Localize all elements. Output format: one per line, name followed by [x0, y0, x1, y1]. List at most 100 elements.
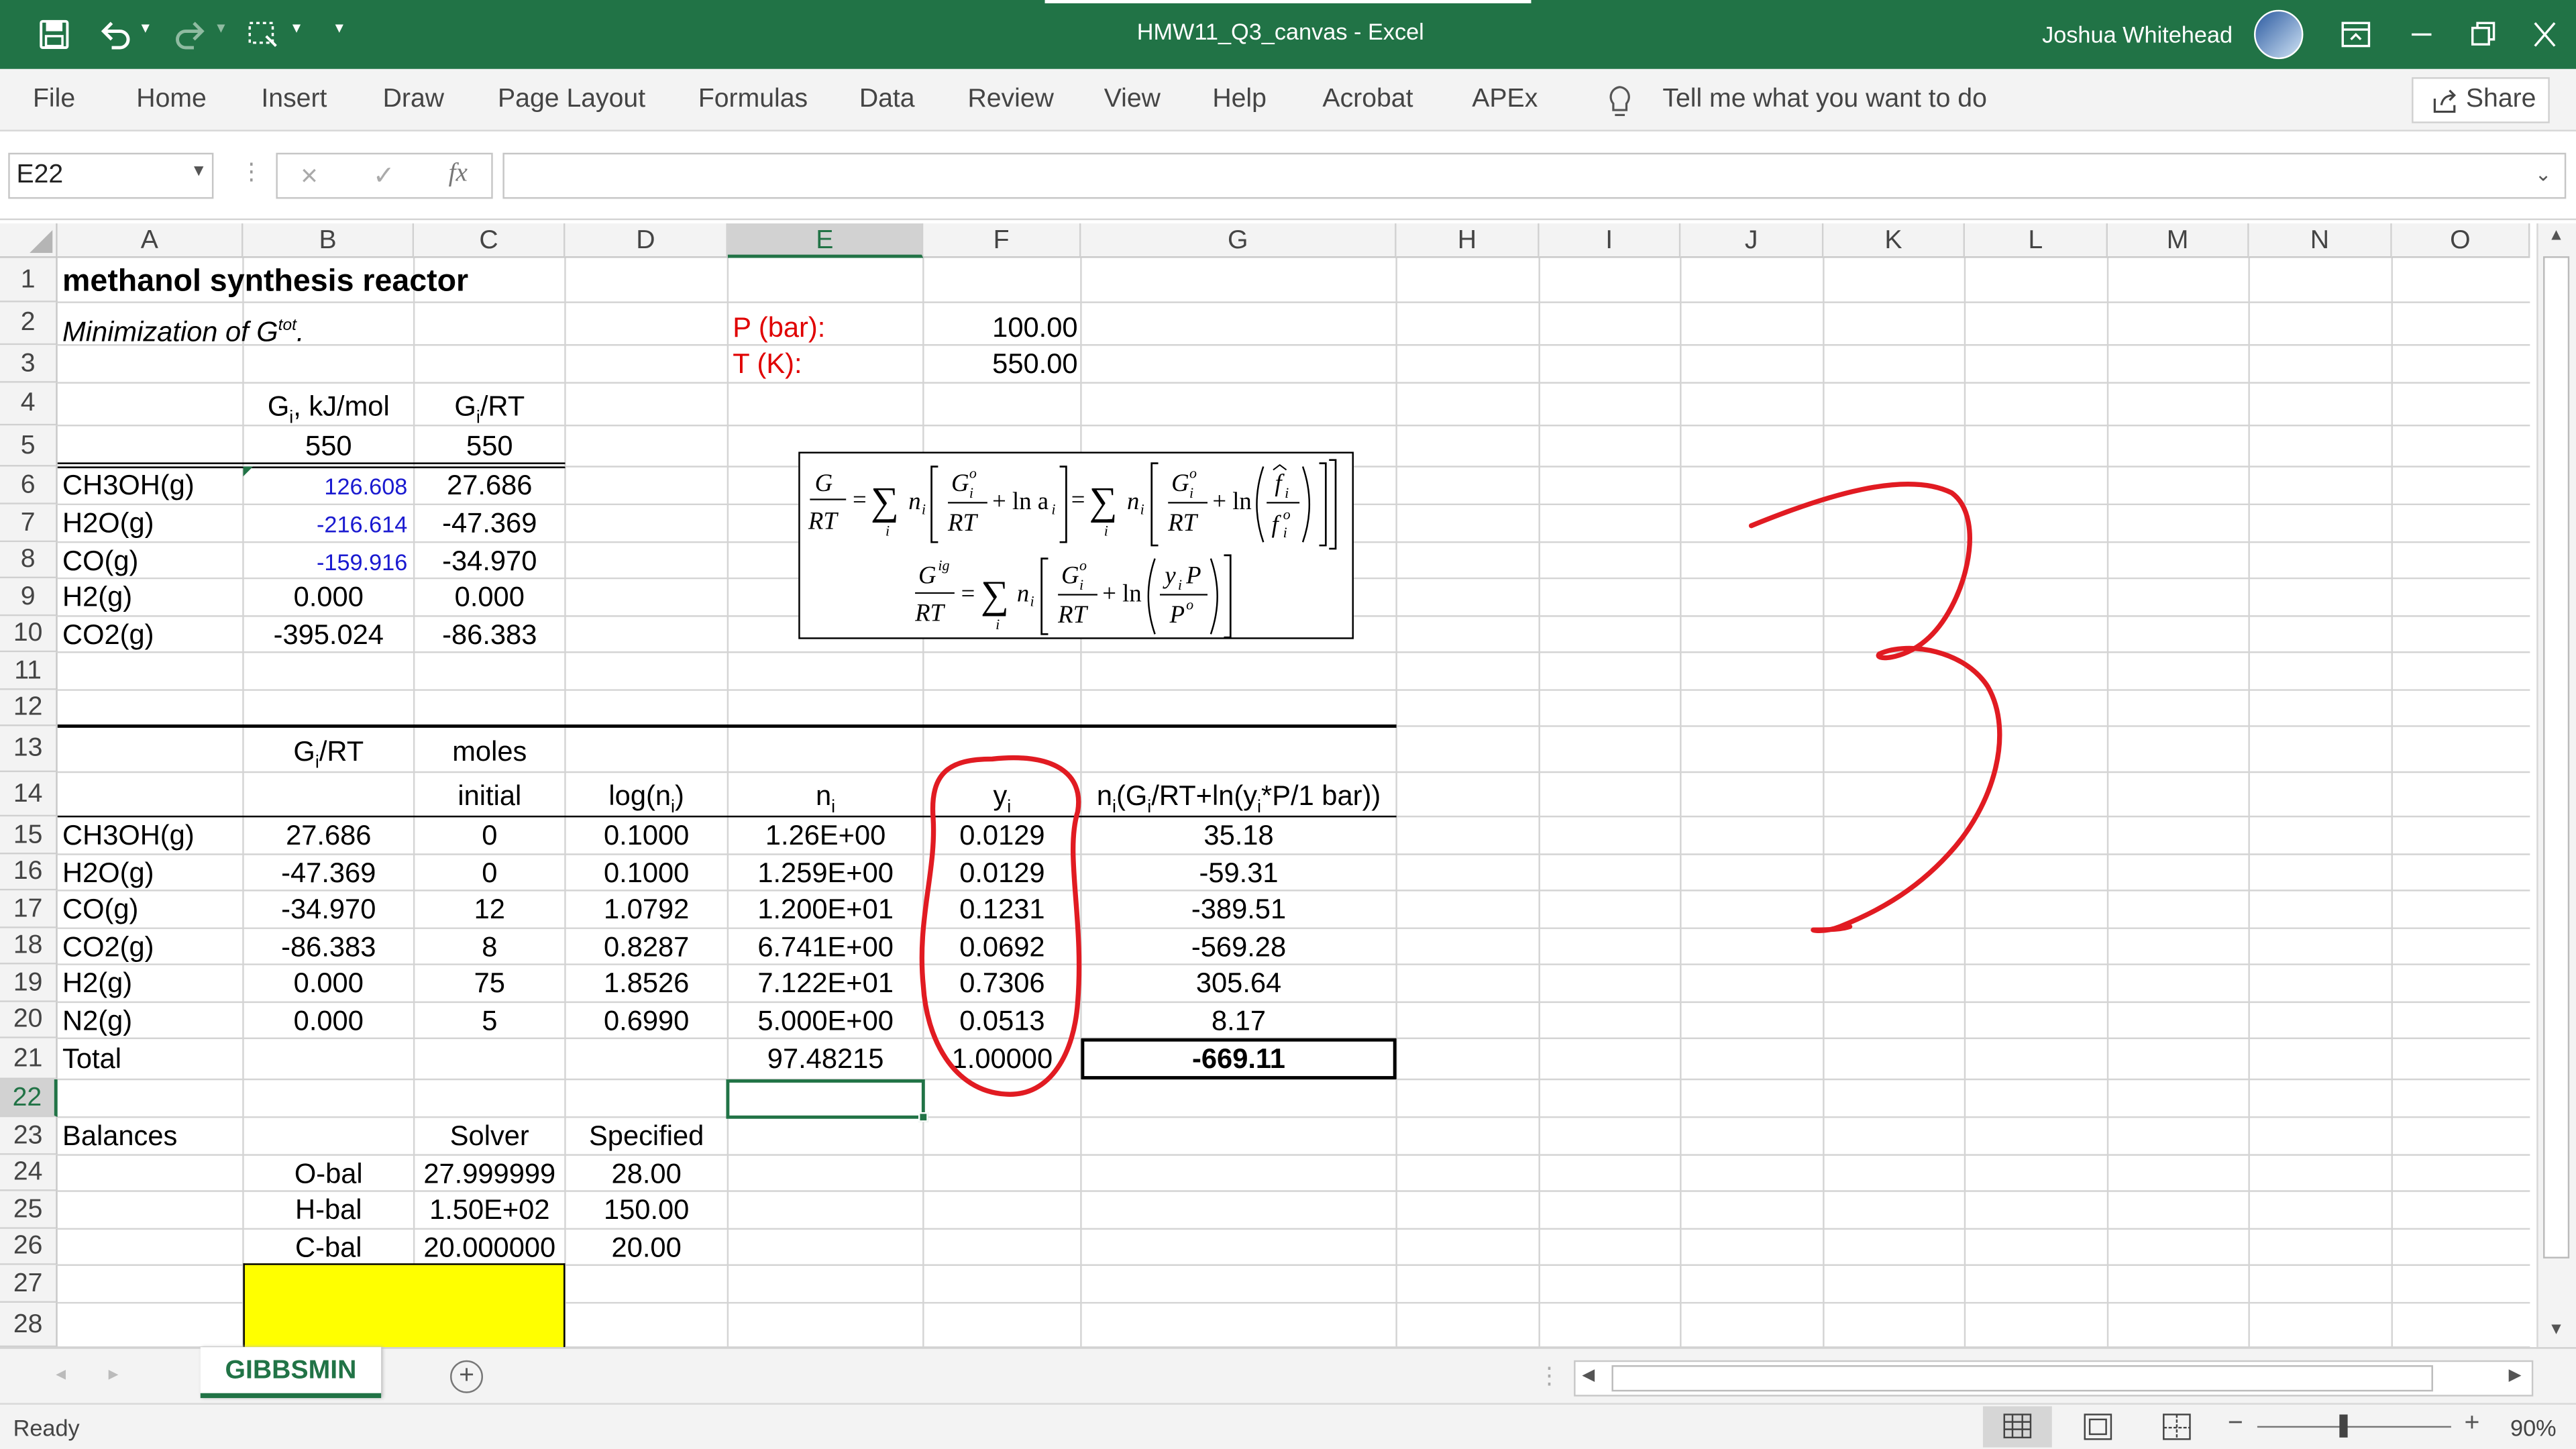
species-initial-moles[interactable]: 8	[414, 930, 565, 966]
minimize-icon[interactable]	[2408, 19, 2434, 49]
row-header-3[interactable]: 3	[0, 345, 58, 383]
close-icon[interactable]	[2532, 19, 2558, 49]
column-header-e[interactable]: E	[727, 223, 924, 258]
enter-icon[interactable]: ✓	[373, 160, 395, 193]
column-header-g[interactable]: G	[1081, 223, 1397, 258]
row-header-5[interactable]: 5	[0, 425, 58, 467]
zoom-slider-thumb[interactable]	[2340, 1414, 2349, 1438]
row-header-18[interactable]: 18	[0, 928, 58, 965]
row-header-19[interactable]: 19	[0, 964, 58, 1002]
scroll-right-icon[interactable]: ▶	[2509, 1367, 2522, 1385]
user-name[interactable]: Joshua Whitehead	[2042, 21, 2233, 48]
row-header-21[interactable]: 21	[0, 1038, 58, 1079]
total-n[interactable]: 97.48215	[728, 1042, 923, 1078]
species-moles[interactable]: 7.122E+01	[728, 966, 923, 1002]
tab-review[interactable]: Review	[967, 85, 1053, 115]
column-header-m[interactable]: M	[2108, 223, 2249, 258]
previous-sheet-icon[interactable]: ◂	[56, 1362, 66, 1385]
column-header-d[interactable]: D	[565, 223, 728, 258]
redo-dropdown-icon[interactable]: ▾	[217, 19, 225, 38]
row-header-11[interactable]: 11	[0, 652, 58, 690]
zoom-in-icon[interactable]: +	[2464, 1409, 2479, 1439]
species-gibbs-energy[interactable]: 0.000	[243, 580, 414, 616]
tab-page-layout[interactable]: Page Layout	[498, 85, 645, 115]
species-moles[interactable]: 1.200E+01	[728, 892, 923, 928]
column-header-i[interactable]: I	[1539, 223, 1681, 258]
species-gibbs-energy[interactable]: 126.608	[243, 468, 407, 504]
zoom-out-icon[interactable]: −	[2228, 1409, 2243, 1439]
balance-solver[interactable]: 27.999999	[414, 1157, 565, 1193]
formula-input[interactable]: ⌄	[502, 152, 2567, 199]
row-header-7[interactable]: 7	[0, 504, 58, 543]
species-mole-fraction[interactable]: 0.7306	[923, 966, 1081, 1002]
temperature-c5[interactable]: 550	[414, 429, 565, 465]
species-moles[interactable]: 5.000E+00	[728, 1004, 923, 1040]
column-header-h[interactable]: H	[1396, 223, 1540, 258]
name-box[interactable]: E22 ▼	[8, 152, 214, 199]
species-gibbs-rt[interactable]: 0.000	[243, 1004, 414, 1040]
tab-file[interactable]: File	[33, 85, 75, 115]
tab-apex[interactable]: APEx	[1472, 85, 1538, 115]
row-header-8[interactable]: 8	[0, 542, 58, 579]
column-header-c[interactable]: C	[414, 223, 566, 258]
zoom-level[interactable]: 90%	[2510, 1415, 2557, 1441]
species-gibbs-rt[interactable]: 27.686	[243, 818, 414, 855]
row-header-4[interactable]: 4	[0, 382, 58, 426]
sheet-tab-gibbsmin[interactable]: GIBBSMIN	[200, 1347, 382, 1399]
balance-specified[interactable]: 28.00	[565, 1157, 727, 1193]
species-mole-fraction[interactable]: 0.0129	[923, 856, 1081, 892]
species-gibbs-rt[interactable]: -86.383	[243, 930, 414, 966]
species-log-n[interactable]: 0.1000	[565, 818, 727, 855]
row-header-1[interactable]: 1	[0, 258, 58, 303]
temperature-b5[interactable]: 550	[243, 429, 414, 465]
tab-help[interactable]: Help	[1212, 85, 1267, 115]
next-sheet-icon[interactable]: ▸	[109, 1362, 119, 1385]
row-header-26[interactable]: 26	[0, 1228, 58, 1265]
row-header-28[interactable]: 28	[0, 1303, 58, 1348]
species-gibbs-term[interactable]: 305.64	[1081, 966, 1396, 1002]
active-cell-e22[interactable]	[726, 1079, 925, 1119]
gibbs-equation-image[interactable]: G RT = ∑ i ni Goi RT + ln ai = ∑ i ni Goi R…	[798, 451, 1354, 639]
cancel-icon[interactable]: ×	[301, 160, 318, 194]
vertical-scrollbar[interactable]: ▲ ▼	[2536, 223, 2576, 1348]
row-header-23[interactable]: 23	[0, 1117, 58, 1155]
row-header-15[interactable]: 15	[0, 816, 58, 855]
column-header-l[interactable]: L	[1964, 223, 2108, 258]
species-initial-moles[interactable]: 75	[414, 966, 565, 1002]
column-header-j[interactable]: J	[1680, 223, 1824, 258]
species-gibbs-energy[interactable]: -216.614	[243, 506, 407, 542]
row-header-2[interactable]: 2	[0, 302, 58, 345]
species-gibbs-rt[interactable]: -34.970	[243, 892, 414, 928]
redo-icon[interactable]	[174, 19, 207, 50]
fill-handle[interactable]	[918, 1112, 928, 1122]
species-mole-fraction[interactable]: 0.0129	[923, 818, 1081, 855]
species-mole-fraction[interactable]: 0.0692	[923, 930, 1081, 966]
new-sheet-button[interactable]: +	[450, 1360, 484, 1393]
species-initial-moles[interactable]: 12	[414, 892, 565, 928]
zoom-slider-track[interactable]	[2257, 1426, 2451, 1428]
tab-split-handle-icon[interactable]: ⋮	[1538, 1362, 1560, 1390]
lasso-select-icon[interactable]	[246, 19, 279, 49]
species-mole-fraction[interactable]: 0.0513	[923, 1004, 1081, 1040]
balance-solver[interactable]: 20.000000	[414, 1230, 565, 1267]
lasso-dropdown-icon[interactable]: ▾	[292, 19, 301, 38]
species-gibbs-rt[interactable]: -86.383	[414, 618, 565, 654]
species-initial-moles[interactable]: 0	[414, 856, 565, 892]
total-y[interactable]: 1.00000	[923, 1042, 1081, 1078]
species-gibbs-rt[interactable]: 27.686	[414, 468, 565, 504]
avatar[interactable]	[2254, 9, 2304, 60]
undo-dropdown-icon[interactable]: ▾	[142, 19, 150, 38]
row-header-10[interactable]: 10	[0, 616, 58, 653]
species-log-n[interactable]: 0.1000	[565, 856, 727, 892]
insert-function-icon[interactable]: fx	[449, 160, 468, 189]
species-gibbs-energy[interactable]: -395.024	[243, 618, 414, 654]
total-gibbs-cell[interactable]: -669.11	[1081, 1038, 1397, 1079]
tab-data[interactable]: Data	[859, 85, 915, 115]
scroll-down-icon[interactable]: ▼	[2548, 1321, 2564, 1339]
tab-home[interactable]: Home	[136, 85, 207, 115]
normal-view-button[interactable]	[1982, 1406, 2052, 1448]
species-gibbs-term[interactable]: -59.31	[1081, 856, 1396, 892]
pressure-value[interactable]: 100.00	[923, 311, 1077, 347]
share-button[interactable]: Share	[2412, 77, 2550, 123]
row-header-6[interactable]: 6	[0, 466, 58, 504]
